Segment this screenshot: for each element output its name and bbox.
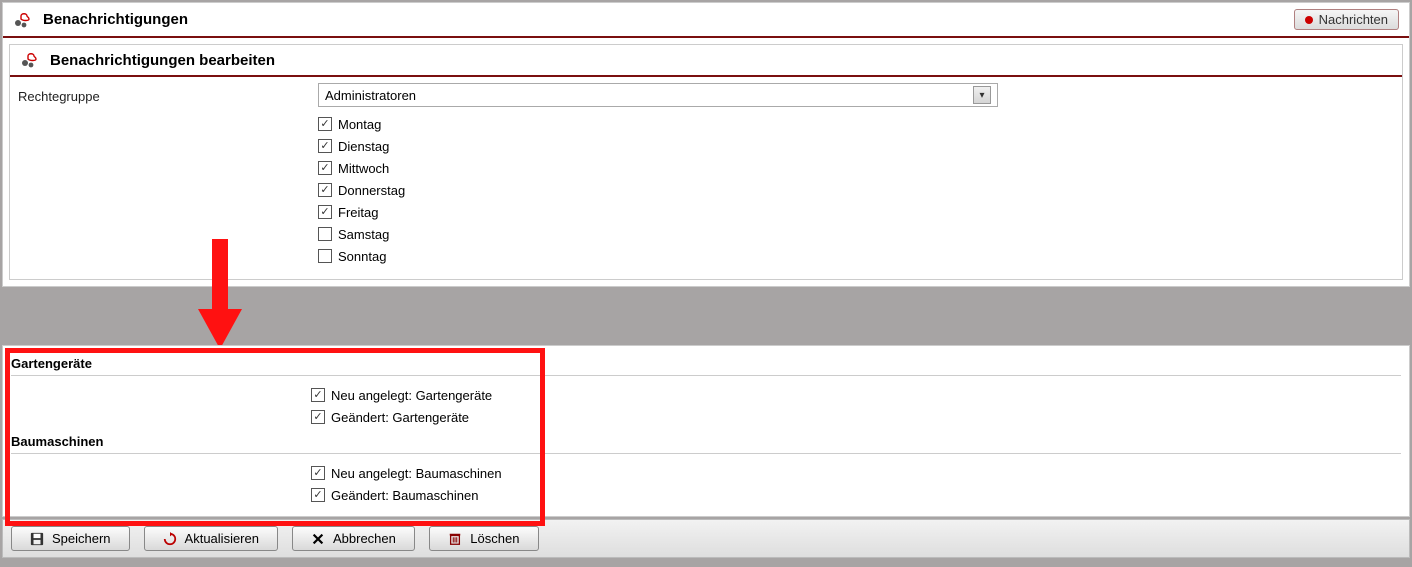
section-item-checkbox[interactable] — [311, 466, 325, 480]
day-label: Sonntag — [338, 249, 386, 264]
day-row: Mittwoch — [318, 157, 1394, 179]
section-title: Gartengeräte — [11, 350, 1401, 376]
section-item-row: Geändert: Gartengeräte — [311, 406, 1401, 428]
section-item-checkbox[interactable] — [311, 388, 325, 402]
refresh-icon — [163, 532, 177, 546]
day-row: Donnerstag — [318, 179, 1394, 201]
section-body: Neu angelegt: Baumaschinen Geändert: Baum… — [11, 462, 1401, 506]
messages-button[interactable]: Nachrichten — [1294, 9, 1399, 30]
close-icon — [311, 532, 325, 546]
day-checkbox[interactable] — [318, 117, 332, 131]
record-dot-icon — [1305, 16, 1313, 24]
group-label: Rechtegruppe — [18, 83, 318, 267]
annotation-gap — [0, 289, 1412, 343]
edit-titlebar: Benachrichtigungen bearbeiten — [10, 45, 1402, 77]
day-checkbox[interactable] — [318, 205, 332, 219]
edit-title: Benachrichtigungen bearbeiten — [50, 52, 275, 69]
day-checkbox[interactable] — [318, 227, 332, 241]
day-row: Dienstag — [318, 135, 1394, 157]
section-item-label: Neu angelegt: Gartengeräte — [331, 388, 492, 403]
delete-button-label: Löschen — [470, 531, 519, 546]
day-label: Donnerstag — [338, 183, 405, 198]
day-label: Freitag — [338, 205, 378, 220]
day-label: Montag — [338, 117, 381, 132]
delete-button[interactable]: Löschen — [429, 526, 539, 551]
group-select[interactable]: Administratoren ▾ — [318, 83, 998, 107]
day-row: Sonntag — [318, 245, 1394, 267]
section-item-label: Neu angelegt: Baumaschinen — [331, 466, 502, 481]
day-row: Samstag — [318, 223, 1394, 245]
section-item-row: Neu angelegt: Gartengeräte — [311, 384, 1401, 406]
edit-content: Rechtegruppe Administratoren ▾ Montag Die… — [10, 77, 1402, 279]
day-label: Dienstag — [338, 139, 389, 154]
section-item-row: Geändert: Baumaschinen — [311, 484, 1401, 506]
save-icon — [30, 532, 44, 546]
trash-icon — [448, 532, 462, 546]
section-item-label: Geändert: Baumaschinen — [331, 488, 478, 503]
refresh-button[interactable]: Aktualisieren — [144, 526, 278, 551]
section-item-label: Geändert: Gartengeräte — [331, 410, 469, 425]
page-title: Benachrichtigungen — [43, 11, 188, 28]
messages-button-label: Nachrichten — [1319, 12, 1388, 27]
day-row: Freitag — [318, 201, 1394, 223]
refresh-button-label: Aktualisieren — [185, 531, 259, 546]
save-button-label: Speichern — [52, 531, 111, 546]
notifications-titlebar: Benachrichtigungen Nachrichten — [3, 3, 1409, 38]
section-item-checkbox[interactable] — [311, 488, 325, 502]
section-title: Baumaschinen — [11, 428, 1401, 454]
day-checkbox[interactable] — [318, 183, 332, 197]
day-checkbox[interactable] — [318, 139, 332, 153]
notifications-icon — [13, 11, 33, 29]
notifications-edit-icon — [20, 51, 40, 69]
chevron-down-icon: ▾ — [973, 86, 991, 104]
section-body: Neu angelegt: Gartengeräte Geändert: Gart… — [11, 384, 1401, 428]
cancel-button-label: Abbrechen — [333, 531, 396, 546]
day-label: Mittwoch — [338, 161, 389, 176]
notifications-panel: Benachrichtigungen Nachrichten Benachric… — [2, 2, 1410, 287]
section-item-row: Neu angelegt: Baumaschinen — [311, 462, 1401, 484]
day-row: Montag — [318, 113, 1394, 135]
day-label: Samstag — [338, 227, 389, 242]
categories-panel: Gartengeräte Neu angelegt: Gartengeräte Ge… — [2, 345, 1410, 517]
bottom-toolbar: Speichern Aktualisieren Abbrechen Lösche… — [2, 519, 1410, 558]
edit-notifications-panel: Benachrichtigungen bearbeiten Rechtegrup… — [9, 44, 1403, 280]
day-checkbox[interactable] — [318, 161, 332, 175]
section-item-checkbox[interactable] — [311, 410, 325, 424]
group-select-value: Administratoren — [325, 88, 416, 103]
save-button[interactable]: Speichern — [11, 526, 130, 551]
day-checkbox[interactable] — [318, 249, 332, 263]
cancel-button[interactable]: Abbrechen — [292, 526, 415, 551]
